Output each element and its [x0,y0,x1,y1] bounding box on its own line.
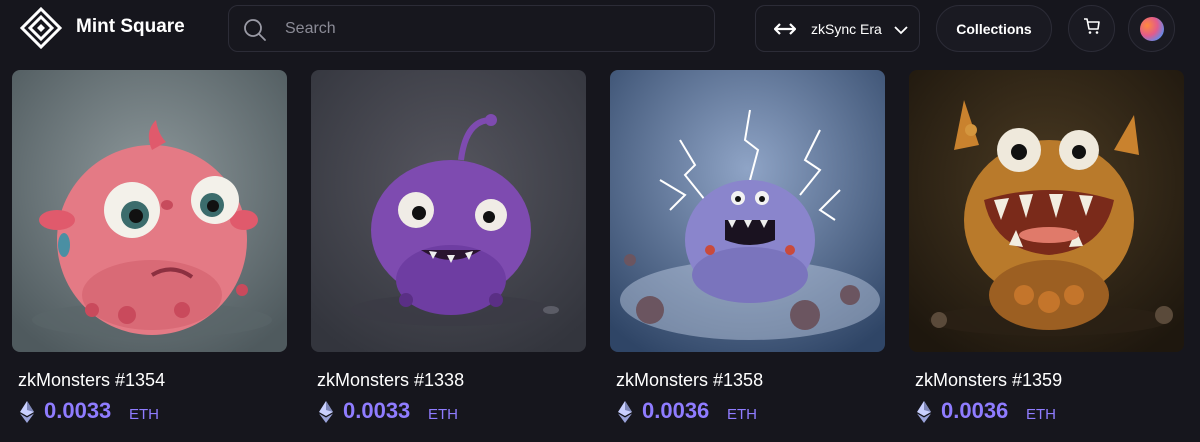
chevron-down-icon [894,23,908,35]
price-value: 0.0036 [941,398,1009,423]
price-unit: ETH [428,406,458,423]
price-unit: ETH [1026,406,1056,423]
ethereum-icon [917,401,931,423]
price-unit: ETH [129,406,159,423]
avatar [1139,16,1164,41]
nft-card[interactable]: zkMonsters #1354 0.0033 ETH [12,70,287,442]
nft-name[interactable]: zkMonsters #1338 [317,370,464,391]
cart-button[interactable] [1068,5,1115,52]
network-label: zkSync Era [811,21,882,37]
nft-name[interactable]: zkMonsters #1354 [18,370,165,391]
cart-icon [1083,17,1101,40]
search-icon [243,18,267,42]
top-navigation-bar: Mint Square zkSync Era Collections [0,0,1200,58]
price-value: 0.0033 [44,398,112,423]
nft-card[interactable]: zkMonsters #1358 0.0036 ETH [610,70,885,442]
search-bar[interactable] [228,5,715,52]
ethereum-icon [319,401,333,423]
nft-card[interactable]: zkMonsters #1359 0.0036 ETH [909,70,1184,442]
price-unit: ETH [727,406,757,423]
price-value: 0.0033 [343,398,411,423]
ethereum-icon [20,401,34,423]
brand-name[interactable]: Mint Square [76,16,185,38]
mint-square-logo-icon[interactable] [19,6,63,50]
search-input[interactable] [285,6,705,51]
nft-image[interactable] [909,70,1184,352]
swap-arrows-icon [773,21,797,37]
nft-image[interactable] [12,70,287,352]
ethereum-icon [618,401,632,423]
account-button[interactable] [1128,5,1175,52]
nft-card[interactable]: zkMonsters #1338 0.0033 ETH [311,70,586,442]
nft-image[interactable] [311,70,586,352]
collections-button[interactable]: Collections [936,5,1052,52]
nft-grid: zkMonsters #1354 0.0033 ETH zkMonsters #… [0,70,1200,442]
nft-name[interactable]: zkMonsters #1358 [616,370,763,391]
nft-name[interactable]: zkMonsters #1359 [915,370,1062,391]
network-selector[interactable]: zkSync Era [755,5,920,52]
nft-image[interactable] [610,70,885,352]
price-value: 0.0036 [642,398,710,423]
